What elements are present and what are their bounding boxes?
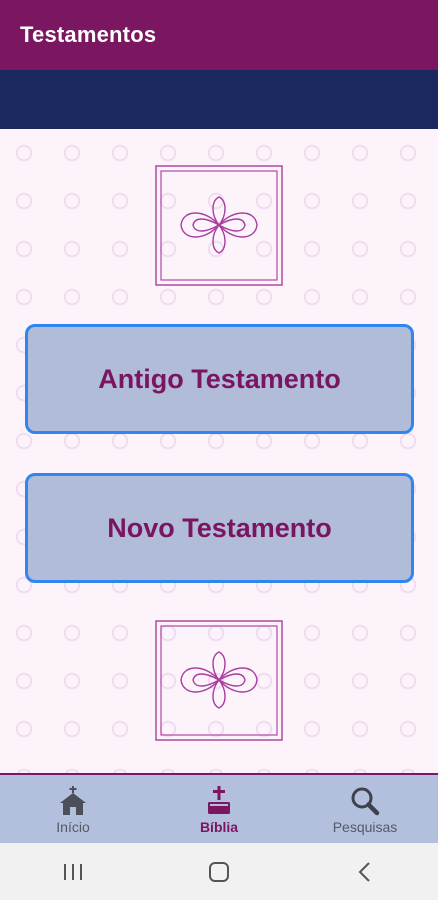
home-icon <box>209 861 229 882</box>
new-testament-button[interactable]: Novo Testamento <box>25 473 414 583</box>
nav-label-biblia: Bíblia <box>199 819 239 835</box>
bottom-navigation: Início Bíblia Pesquisas <box>0 773 438 843</box>
recent-apps-button[interactable] <box>43 852 103 892</box>
celtic-knot-frame-icon <box>155 620 283 741</box>
nav-item-inicio[interactable]: Início <box>0 775 146 843</box>
nav-label-inicio: Início <box>56 819 90 835</box>
recent-apps-icon <box>64 863 82 880</box>
bible-cross-icon <box>208 786 230 814</box>
home-button[interactable] <box>189 852 249 892</box>
nav-item-pesquisas[interactable]: Pesquisas <box>292 775 438 843</box>
nav-item-biblia[interactable]: Bíblia <box>146 775 292 843</box>
celtic-knot-frame-icon <box>155 165 283 286</box>
page-title: Testamentos <box>20 22 157 47</box>
back-button[interactable] <box>335 852 395 892</box>
system-navigation-bar <box>0 843 438 900</box>
search-icon <box>351 787 380 816</box>
back-icon <box>358 861 370 882</box>
secondary-toolbar <box>0 70 438 129</box>
app-bar: Testamentos <box>0 0 438 70</box>
old-testament-button[interactable]: Antigo Testamento <box>25 324 414 434</box>
church-icon <box>60 786 86 815</box>
nav-label-pesquisas: Pesquisas <box>332 819 398 835</box>
